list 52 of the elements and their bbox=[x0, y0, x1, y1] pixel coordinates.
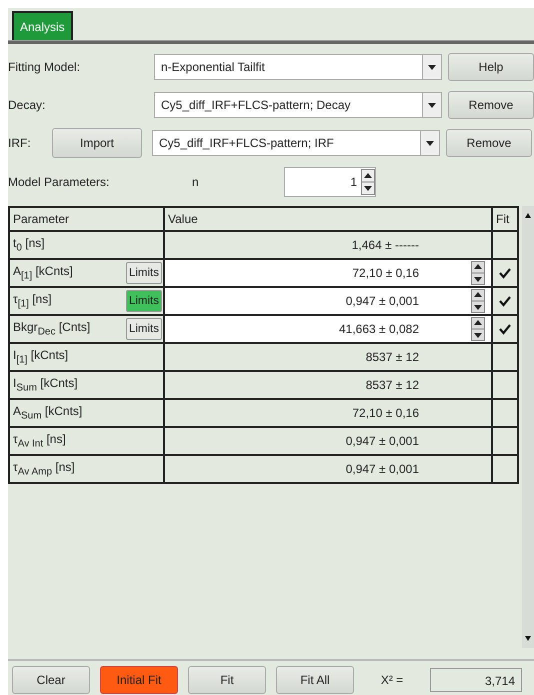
field-label: IRF: bbox=[8, 136, 32, 150]
checkbox[interactable] bbox=[498, 322, 512, 336]
spinner-icon[interactable] bbox=[471, 261, 485, 285]
number-field[interactable]: 1 bbox=[284, 167, 376, 197]
action-button[interactable]: Fit All bbox=[276, 666, 354, 694]
dropdown[interactable]: Cy5_diff_IRF+FLCS-pattern; IRF bbox=[152, 130, 440, 156]
parameter-name: A$_{Sum}$ [kCnts] bbox=[13, 404, 82, 422]
parameter-name: A$_{[1]}$ [kCnts] bbox=[13, 264, 73, 282]
column-header: Fit bbox=[493, 208, 519, 230]
field-label: Decay: bbox=[8, 98, 46, 112]
spinner-icon[interactable] bbox=[471, 289, 485, 313]
checkbox[interactable] bbox=[498, 266, 512, 280]
spinner-icon[interactable] bbox=[361, 169, 375, 195]
parameter-name: t$_{0}$ [ns] bbox=[13, 236, 45, 254]
spinner-icon[interactable] bbox=[471, 317, 485, 341]
field-label: Fitting Model: bbox=[8, 60, 82, 74]
value-cell-text: 8537 ± 12 bbox=[364, 378, 420, 392]
checkbox[interactable] bbox=[498, 294, 512, 308]
limits-button[interactable]: Limits bbox=[126, 262, 162, 284]
chi-square-value: 3,714 bbox=[430, 668, 522, 692]
value-cell-text: 8537 ± 12 bbox=[364, 350, 420, 364]
action-button[interactable]: Fit bbox=[188, 666, 266, 694]
import-button[interactable]: Import bbox=[52, 128, 142, 158]
value-cell-text: 72,10 ± 0,16 bbox=[351, 406, 420, 420]
help-button[interactable]: Help bbox=[448, 53, 534, 81]
limits-button[interactable]: Limits bbox=[126, 290, 162, 312]
parameter-name: I$_{[1]}$ [kCnts] bbox=[13, 348, 68, 366]
scrollbar[interactable] bbox=[522, 206, 534, 648]
limits-button[interactable]: Limits bbox=[126, 318, 162, 340]
remove-button[interactable]: Remove bbox=[446, 129, 532, 157]
analysis-tab[interactable]: Analysis bbox=[12, 11, 73, 40]
dropdown-arrow-icon[interactable] bbox=[422, 55, 441, 79]
value-cell-text: 0,947 ± 0,001 bbox=[344, 462, 420, 476]
parameter-name: τ$_{Av Int}$ [ns] bbox=[13, 432, 66, 450]
dropdown-arrow-icon[interactable] bbox=[422, 93, 441, 117]
parameter-name: n bbox=[191, 175, 200, 189]
field-label: Model Parameters: bbox=[8, 175, 110, 189]
dropdown[interactable]: n-Exponential Tailfit bbox=[154, 54, 442, 80]
dropdown-arrow-icon[interactable] bbox=[420, 131, 439, 155]
value-cell-text: 1,464 ± ------ bbox=[350, 238, 420, 252]
remove-button[interactable]: Remove bbox=[448, 91, 534, 119]
action-button[interactable]: Initial Fit bbox=[100, 666, 178, 694]
parameter-name: τ$_{[1]}$ [ns] bbox=[13, 292, 52, 310]
dropdown[interactable]: Cy5_diff_IRF+FLCS-pattern; Decay bbox=[154, 92, 442, 118]
action-button[interactable]: Clear bbox=[12, 666, 90, 694]
chi-square-label: X² = bbox=[380, 673, 404, 687]
column-header: Value bbox=[165, 208, 493, 230]
value-cell-text: 0,947 ± 0,001 bbox=[344, 434, 420, 448]
parameter-name: Bkgr$_{Dec}$ [Cnts] bbox=[13, 320, 90, 338]
column-header: Parameter bbox=[10, 208, 165, 230]
parameter-name: τ$_{Av Amp}$ [ns] bbox=[13, 460, 75, 478]
parameter-name: I$_{Sum}$ [kCnts] bbox=[13, 376, 78, 394]
